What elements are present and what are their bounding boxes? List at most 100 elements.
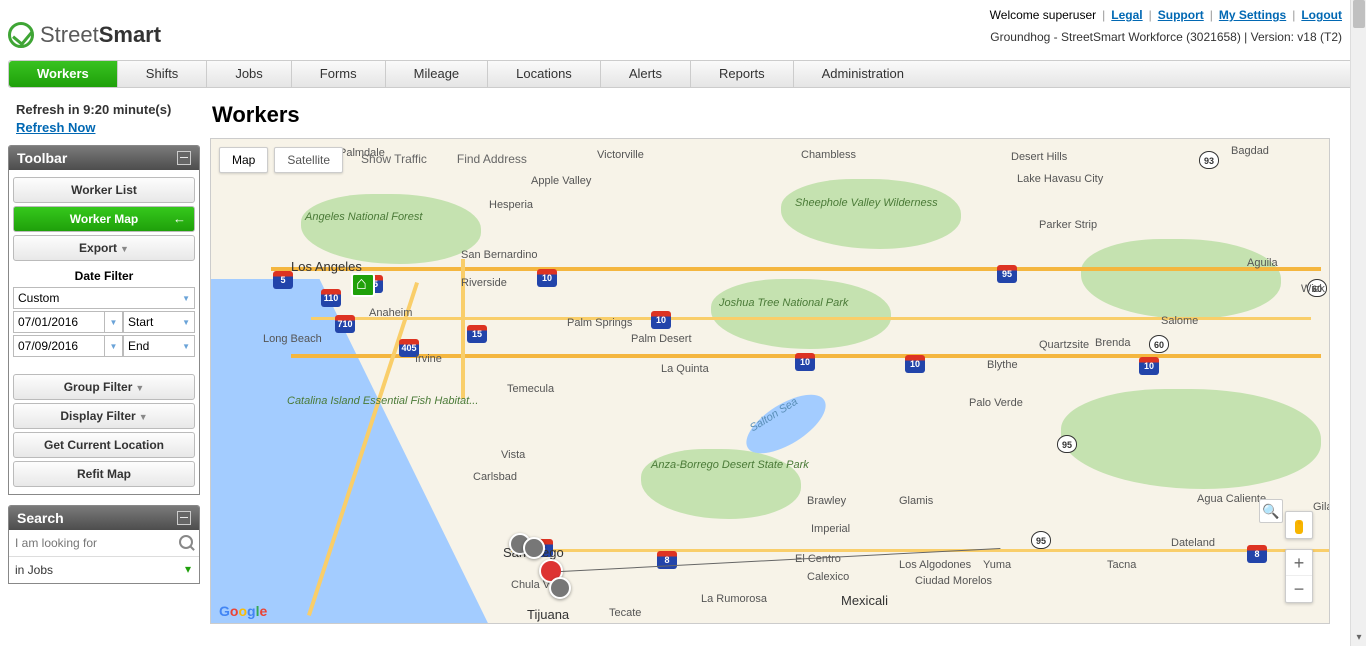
map-city-label: La Quinta bbox=[661, 363, 709, 375]
start-time-select[interactable]: Start▼ bbox=[123, 311, 195, 333]
interstate-shield-icon: 10 bbox=[1139, 357, 1159, 375]
scroll-down-icon[interactable]: ▾ bbox=[1351, 630, 1366, 646]
caret-down-icon: ▼ bbox=[120, 244, 129, 254]
interstate-shield-icon: 5 bbox=[273, 271, 293, 289]
map-tab-satellite[interactable]: Satellite bbox=[274, 147, 343, 173]
map-city-label: San Bernardino bbox=[461, 249, 537, 261]
nav-locations[interactable]: Locations bbox=[488, 61, 601, 87]
page-scrollbar[interactable]: ▴ ▾ bbox=[1350, 0, 1366, 646]
nav-administration[interactable]: Administration bbox=[794, 61, 932, 87]
end-date-picker-button[interactable]: ▼ bbox=[105, 335, 123, 357]
display-filter-button[interactable]: Display Filter▼ bbox=[13, 403, 195, 429]
worker-marker-icon[interactable] bbox=[549, 577, 571, 599]
nav-shifts[interactable]: Shifts bbox=[118, 61, 208, 87]
map-canvas[interactable]: 5 110 15 710 405 15 10 10 10 10 95 10 8 … bbox=[211, 139, 1329, 623]
nav-alerts[interactable]: Alerts bbox=[601, 61, 691, 87]
map-container[interactable]: Map Satellite Show Traffic Find Address bbox=[210, 138, 1330, 624]
map-city-label: Brawley bbox=[807, 495, 846, 507]
map-city-label: Ciudad Morelos bbox=[915, 575, 965, 587]
header-top-links: Welcome superuser |Legal |Support |My Se… bbox=[990, 8, 1342, 22]
refresh-now-link[interactable]: Refresh Now bbox=[16, 120, 95, 135]
nav-workers[interactable]: Workers bbox=[9, 61, 118, 87]
get-current-location-button[interactable]: Get Current Location bbox=[13, 432, 195, 458]
map-city-label: Los Angeles bbox=[291, 259, 362, 274]
start-date-input[interactable]: 07/01/2016 bbox=[13, 311, 105, 333]
main-content: Workers Map Satellite Show Traffic Find … bbox=[210, 96, 1358, 624]
pegman-icon[interactable] bbox=[1285, 511, 1313, 539]
start-date-picker-button[interactable]: ▼ bbox=[105, 311, 123, 333]
map-city-label: Tijuana bbox=[527, 607, 569, 622]
collapse-icon[interactable]: — bbox=[177, 511, 191, 525]
collapse-icon[interactable]: — bbox=[177, 151, 191, 165]
worker-map-button[interactable]: Worker Map← bbox=[13, 206, 195, 232]
map-tab-map[interactable]: Map bbox=[219, 147, 268, 173]
caret-down-icon: ▼ bbox=[182, 294, 190, 303]
map-city-label: Irvine bbox=[415, 353, 442, 365]
map-city-label: Imperial bbox=[811, 523, 850, 535]
search-input[interactable] bbox=[9, 530, 199, 556]
check-circle-icon bbox=[8, 22, 34, 48]
map-city-label: Los Algodones bbox=[899, 559, 971, 571]
map-city-label: Palo Verde bbox=[969, 397, 1023, 409]
date-filter-label: Date Filter bbox=[13, 269, 195, 283]
map-city-label: Palm Springs bbox=[567, 317, 632, 329]
map-city-label: Tacna bbox=[1107, 559, 1136, 571]
magnify-button[interactable]: 🔍 bbox=[1259, 499, 1283, 523]
home-marker-icon[interactable] bbox=[351, 273, 375, 297]
my-settings-link[interactable]: My Settings bbox=[1219, 8, 1286, 22]
map-city-label: Quartzsite bbox=[1039, 339, 1089, 351]
map-park-label: Joshua Tree National Park bbox=[719, 297, 809, 309]
search-icon[interactable] bbox=[179, 535, 193, 549]
interstate-shield-icon: 10 bbox=[905, 355, 925, 373]
arrow-left-icon: ← bbox=[173, 211, 186, 226]
map-city-label: Parker Strip bbox=[1039, 219, 1097, 231]
search-panel: Search — in Jobs bbox=[8, 505, 200, 584]
map-city-label: Riverside bbox=[461, 277, 507, 289]
toolbar-title: Toolbar bbox=[17, 150, 67, 166]
interstate-shield-icon: 8 bbox=[1247, 545, 1267, 563]
legal-link[interactable]: Legal bbox=[1111, 8, 1142, 22]
date-filter-type-select[interactable]: Custom▼ bbox=[13, 287, 195, 309]
map-park-label: Anza-Borrego Desert State Park bbox=[651, 459, 761, 471]
zoom-out-button[interactable]: − bbox=[1286, 576, 1312, 602]
nav-mileage[interactable]: Mileage bbox=[386, 61, 489, 87]
map-tab-find-address[interactable]: Find Address bbox=[445, 147, 539, 173]
worker-marker-icon[interactable] bbox=[523, 537, 545, 559]
support-link[interactable]: Support bbox=[1158, 8, 1204, 22]
search-scope-select[interactable]: in Jobs bbox=[9, 557, 199, 583]
interstate-shield-icon: 110 bbox=[321, 289, 341, 307]
map-city-label: Desert Hills bbox=[1011, 151, 1067, 163]
map-city-label: Lake Havasu City bbox=[1017, 173, 1087, 185]
us-route-shield-icon: 60 bbox=[1149, 335, 1169, 353]
us-route-shield-icon: 93 bbox=[1199, 151, 1219, 169]
map-city-label: Apple Valley bbox=[531, 175, 591, 187]
welcome-text: Welcome superuser bbox=[990, 8, 1097, 22]
logo: StreetSmart bbox=[8, 22, 161, 48]
interstate-shield-icon: 15 bbox=[467, 325, 487, 343]
refit-map-button[interactable]: Refit Map bbox=[13, 461, 195, 487]
map-city-label: Agua Caliente bbox=[1197, 493, 1266, 505]
nav-forms[interactable]: Forms bbox=[292, 61, 386, 87]
zoom-in-button[interactable]: + bbox=[1286, 550, 1312, 576]
interstate-shield-icon: 10 bbox=[537, 269, 557, 287]
group-filter-button[interactable]: Group Filter▼ bbox=[13, 374, 195, 400]
map-tab-traffic[interactable]: Show Traffic bbox=[349, 147, 439, 173]
end-date-input[interactable]: 07/09/2016 bbox=[13, 335, 105, 357]
map-city-label: La Rumorosa bbox=[701, 593, 767, 605]
end-time-select[interactable]: End▼ bbox=[123, 335, 195, 357]
map-park-label: Angeles National Forest bbox=[305, 211, 405, 223]
map-city-label: Glamis bbox=[899, 495, 933, 507]
logout-link[interactable]: Logout bbox=[1301, 8, 1342, 22]
map-city-label: Long Beach bbox=[263, 333, 322, 345]
map-city-label: Brenda bbox=[1095, 337, 1130, 349]
nav-jobs[interactable]: Jobs bbox=[207, 61, 291, 87]
google-logo: Google bbox=[219, 603, 267, 619]
map-city-label: Vista bbox=[501, 449, 525, 461]
map-city-label: Palm Desert bbox=[631, 333, 692, 345]
export-button[interactable]: Export▼ bbox=[13, 235, 195, 261]
map-city-label: Dateland bbox=[1171, 537, 1215, 549]
map-zoom-control: + − bbox=[1285, 549, 1313, 603]
nav-reports[interactable]: Reports bbox=[691, 61, 794, 87]
interstate-shield-icon: 710 bbox=[335, 315, 355, 333]
worker-list-button[interactable]: Worker List bbox=[13, 177, 195, 203]
